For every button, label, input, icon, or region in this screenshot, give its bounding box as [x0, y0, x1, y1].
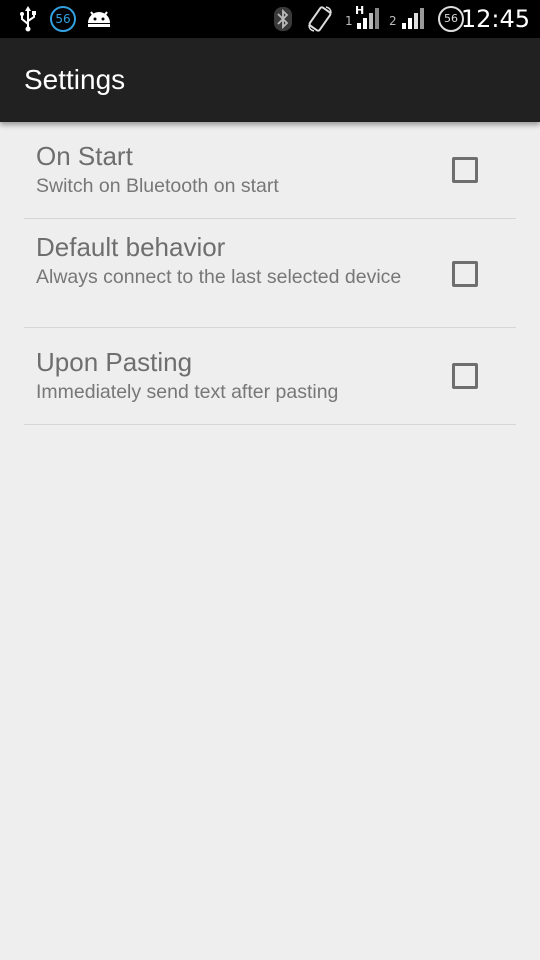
sim2-label: 2 — [389, 14, 397, 28]
signal-icon — [355, 5, 381, 33]
status-clock: 12:45 — [460, 5, 530, 33]
on-start-checkbox[interactable] — [452, 157, 478, 183]
sim1-label: 1 — [345, 14, 353, 28]
upon-pasting-checkbox[interactable] — [452, 363, 478, 389]
android-debug-icon — [86, 5, 112, 33]
page-title: Settings — [24, 64, 126, 95]
default-behavior-checkbox[interactable] — [452, 261, 478, 287]
pref-summary: Switch on Bluetooth on start — [36, 175, 279, 197]
pref-title: Default behavior — [36, 232, 226, 262]
pref-item-upon-pasting[interactable]: Upon Pasting Immediately send text after… — [24, 328, 516, 425]
usb-icon — [16, 5, 40, 33]
pref-title: On Start — [36, 141, 133, 171]
pref-item-on-start[interactable]: On Start Switch on Bluetooth on start — [24, 122, 516, 219]
notification-badge: 56 — [50, 6, 76, 32]
pref-summary: Immediately send text after pasting — [36, 381, 339, 403]
pref-title: Upon Pasting — [36, 347, 193, 377]
preference-list: On Start Switch on Bluetooth on start De… — [24, 122, 516, 425]
pref-summary: Always connect to the last selected devi… — [36, 266, 402, 288]
signal-icon — [400, 5, 426, 33]
status-bar: 56 1 H 2 56 12:45 — [0, 0, 540, 38]
pref-item-default-behavior[interactable]: Default behavior Always connect to the l… — [24, 219, 516, 328]
bluetooth-icon — [272, 5, 294, 33]
screen-rotation-icon — [306, 5, 334, 33]
action-bar: Settings — [0, 38, 540, 122]
